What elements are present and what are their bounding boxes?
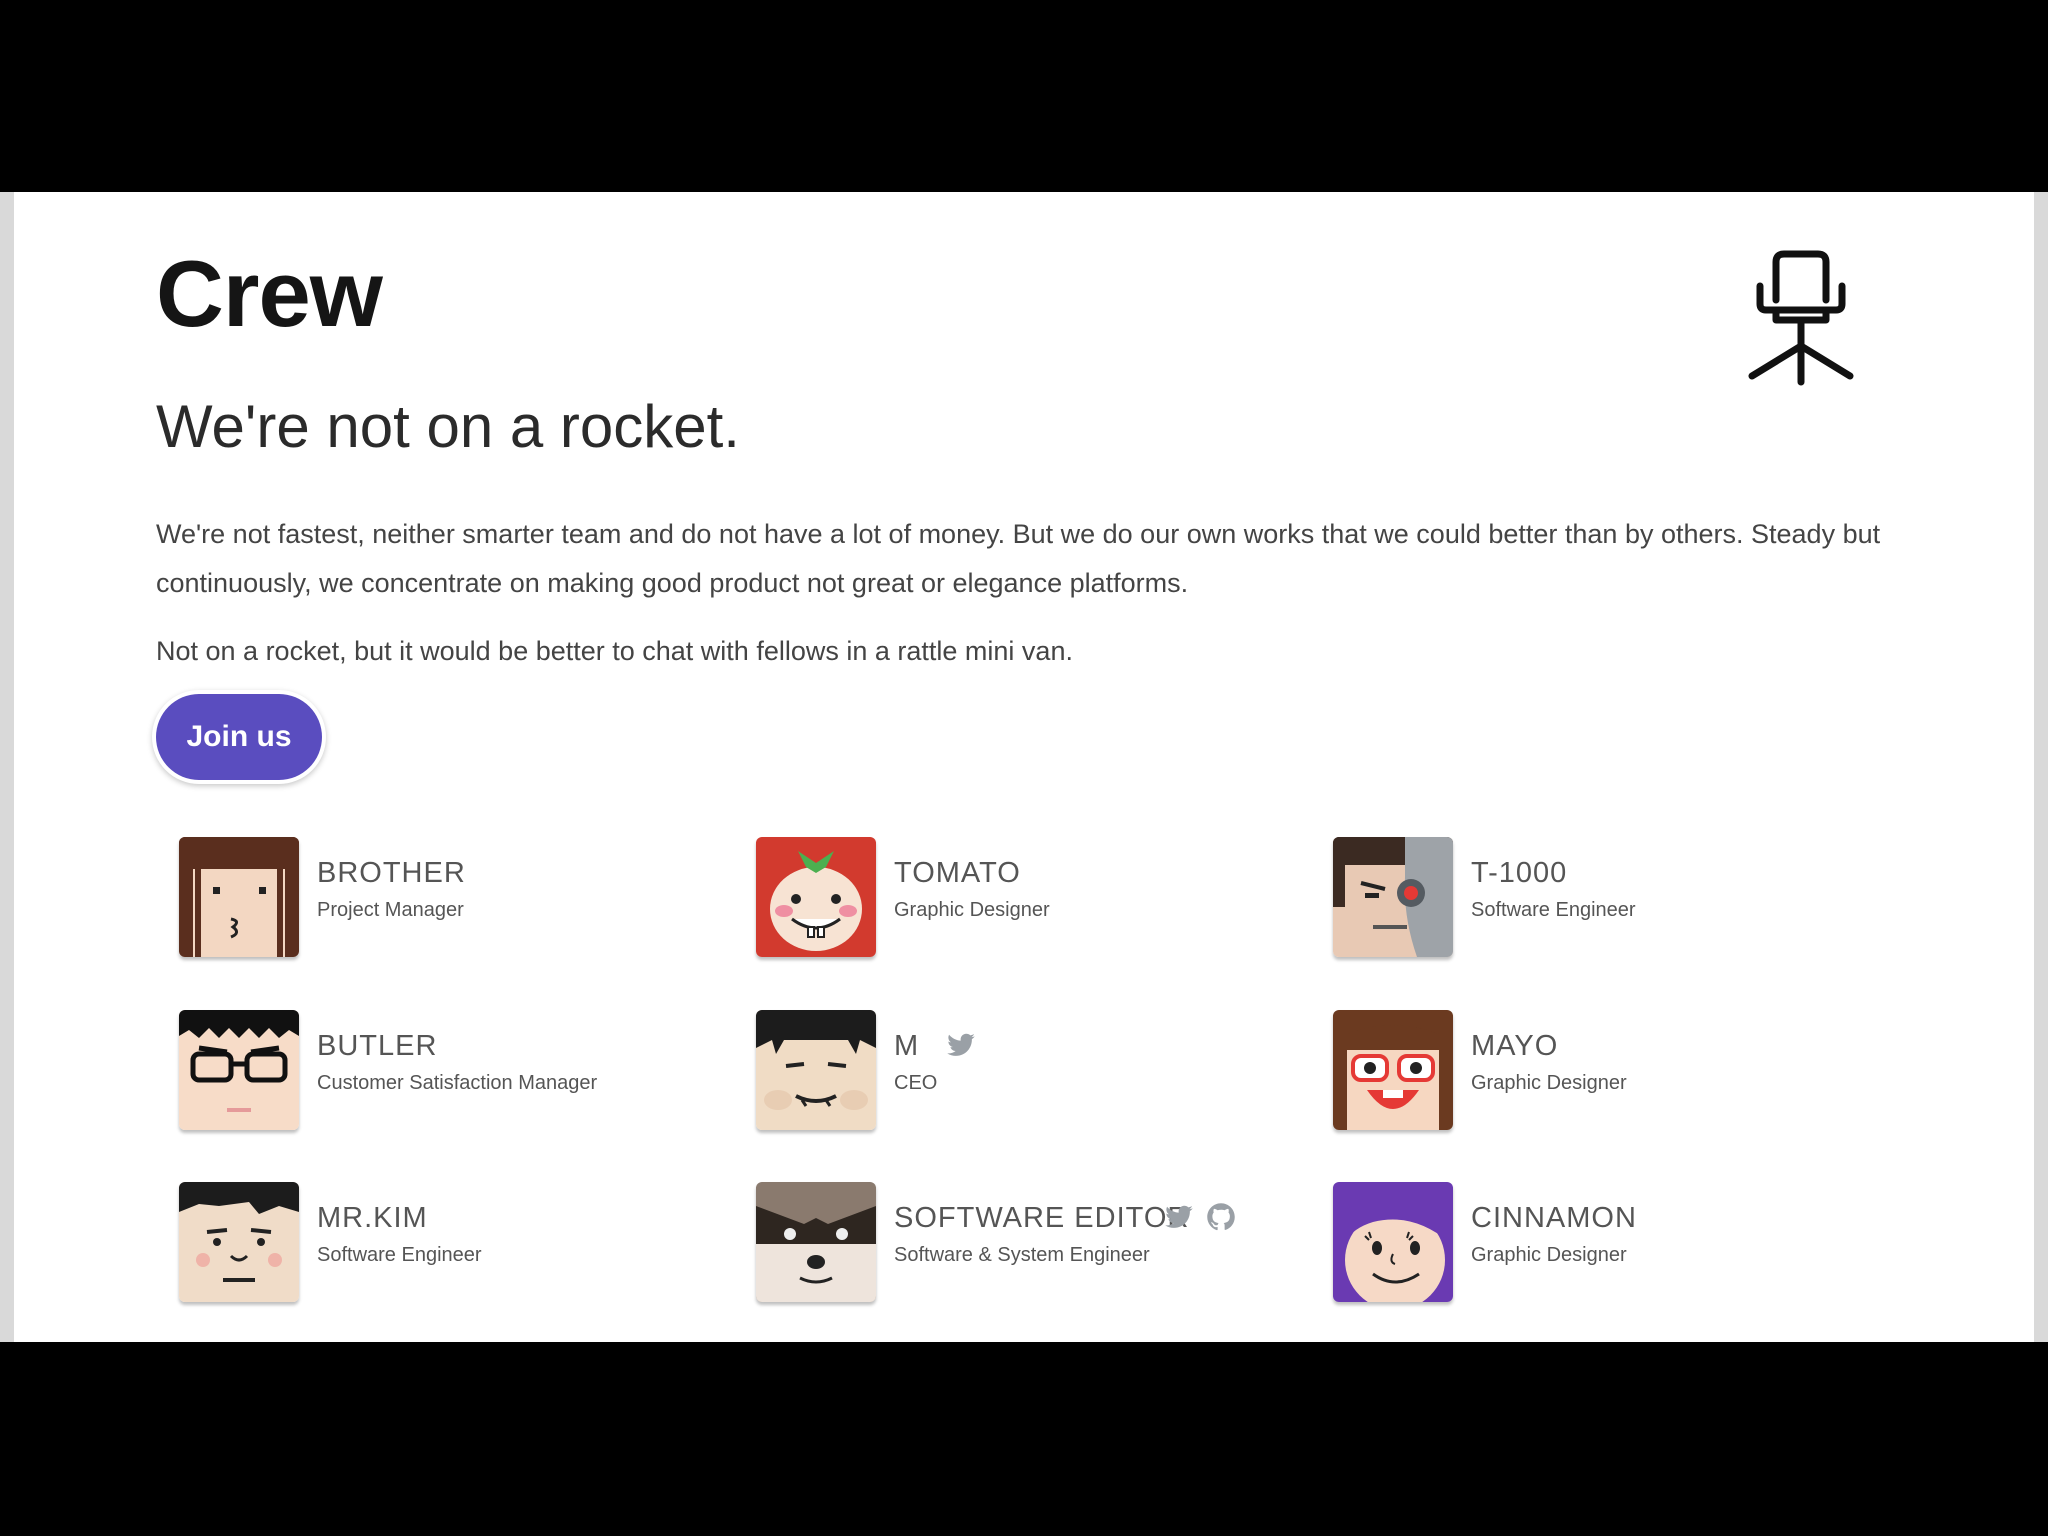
member-role: Software Engineer xyxy=(1471,899,1636,921)
member-name: MAYO xyxy=(1471,1030,1559,1062)
intro-paragraph-secondary: Not on a rocket, but it would be better … xyxy=(156,636,1073,666)
brother-avatar-icon xyxy=(179,837,299,957)
mayo-avatar-icon xyxy=(1333,1010,1453,1130)
butler-avatar-icon xyxy=(179,1010,299,1130)
member-role: Graphic Designer xyxy=(1471,1244,1627,1266)
twitter-icon[interactable] xyxy=(946,1030,976,1060)
right-margin xyxy=(2034,192,2048,1342)
intro-subtitle: We're not on a rocket. xyxy=(156,393,740,460)
member-name: CINNAMON xyxy=(1471,1202,1637,1234)
github-icon[interactable] xyxy=(1206,1202,1236,1232)
mrkim-avatar-icon xyxy=(179,1182,299,1302)
member-name: M xyxy=(894,1030,920,1062)
member-name: TOMATO xyxy=(894,857,1021,889)
member-role: Graphic Designer xyxy=(894,899,1050,921)
page-title: Crew xyxy=(156,241,383,346)
member-role: Customer Satisfaction Manager xyxy=(317,1072,598,1094)
member-name: BROTHER xyxy=(317,857,466,889)
tomato-avatar-icon xyxy=(756,837,876,957)
join-us-button[interactable]: Join us xyxy=(156,694,322,780)
member-role: Graphic Designer xyxy=(1471,1072,1627,1094)
left-margin xyxy=(0,192,14,1342)
crew-page: Crew We're not on a rocket. We're not fa… xyxy=(14,192,2034,1342)
social-links xyxy=(1164,1202,1236,1232)
member-name: SOFTWARE EDITOR xyxy=(894,1202,1190,1234)
t1000-avatar-icon xyxy=(1333,837,1453,957)
twitter-icon[interactable] xyxy=(1164,1202,1194,1232)
member-role: Project Manager xyxy=(317,899,464,921)
cinnamon-avatar-icon xyxy=(1333,1182,1453,1302)
m-avatar-icon xyxy=(756,1010,876,1130)
office-chair-icon xyxy=(1746,250,1856,390)
intro-paragraph: We're not fastest, neither smarter team … xyxy=(156,519,1881,598)
raccoon-avatar-icon xyxy=(756,1182,876,1302)
member-role: Software & System Engineer xyxy=(894,1244,1150,1266)
social-links xyxy=(946,1030,976,1060)
member-name: T-1000 xyxy=(1471,857,1568,889)
member-role: Software Engineer xyxy=(317,1244,482,1266)
member-role: CEO xyxy=(894,1072,938,1094)
member-name: BUTLER xyxy=(317,1030,438,1062)
member-name: MR.KIM xyxy=(317,1202,428,1234)
